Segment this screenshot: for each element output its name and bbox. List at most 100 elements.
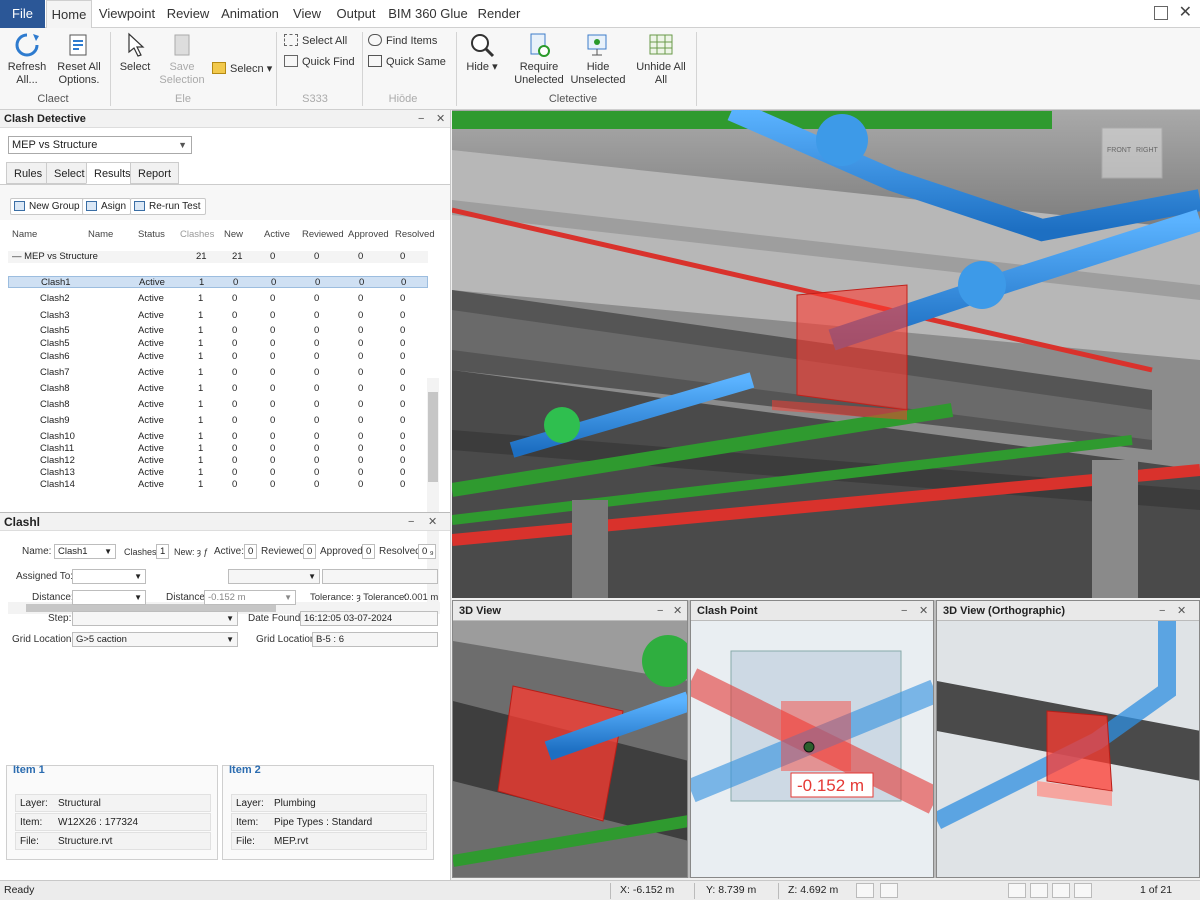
distance-value[interactable]: -0.152 m ▼ — [204, 590, 296, 605]
col-name-header[interactable]: Name — [12, 225, 37, 245]
table-row[interactable]: Clash10 Active 1 0 0 0 0 0 — [8, 431, 428, 443]
select-button[interactable]: Select — [114, 32, 156, 74]
restore-icon[interactable] — [1154, 6, 1168, 20]
status-toggle-button[interactable] — [1052, 883, 1070, 898]
clash-highlight-box[interactable] — [796, 284, 908, 411]
table-row[interactable]: Clash8 Active 1 0 0 0 0 0 — [8, 383, 428, 395]
file-menu[interactable]: File — [0, 0, 45, 28]
col-reviewed-header[interactable]: Reviewed — [302, 225, 344, 245]
close-icon[interactable]: ✕ — [1177, 601, 1186, 621]
table-row[interactable]: Clash7 Active 1 0 0 0 0 0 — [8, 367, 428, 379]
viewport-orthographic[interactable]: 3D View (Orthographic) − ✕ — [936, 600, 1200, 878]
active-cell: 0 — [270, 399, 276, 410]
selecn-button[interactable]: Selecn ▾ — [212, 62, 272, 76]
minimize-icon[interactable]: − — [408, 513, 414, 531]
hide-unselected-button[interactable]: Hide Unselected — [570, 32, 626, 87]
table-row[interactable]: Clash9 Active 1 0 0 0 0 0 — [8, 415, 428, 427]
tab-report[interactable]: Report — [130, 162, 180, 184]
col-status-header[interactable]: Status — [138, 225, 165, 245]
quick-find-icon — [284, 55, 298, 67]
table-row[interactable]: Clash6 Active 1 0 0 0 0 0 — [8, 351, 428, 363]
select-all-button[interactable]: Select All — [284, 34, 347, 48]
table-row[interactable]: Clash5 Active 1 0 0 0 0 0 — [8, 325, 428, 337]
close-icon[interactable]: ✕ — [919, 601, 928, 621]
table-row[interactable]: Clash13 Active 1 0 0 0 0 0 — [8, 467, 428, 479]
approved-cell: 0 — [359, 277, 365, 288]
pin-icon[interactable]: − — [418, 110, 424, 128]
table-row[interactable]: Clash8 Active 1 0 0 0 0 0 — [8, 399, 428, 411]
table-row[interactable]: Clash5 Active 1 0 0 0 0 0 — [8, 338, 428, 350]
col-clashes-header[interactable]: Clashes — [180, 225, 214, 245]
new-cell: 0 — [232, 467, 238, 478]
close-icon[interactable]: ✕ — [1179, 2, 1192, 22]
save-selection-button[interactable]: Save Selection — [158, 32, 206, 87]
reset-all-button[interactable]: Reset All Options. — [54, 32, 104, 87]
table-row[interactable]: Clash3 Active 1 0 0 0 0 0 — [8, 310, 428, 322]
unhide-all-button[interactable]: Unhide All All — [632, 32, 690, 87]
status-toggle-button[interactable] — [1008, 883, 1026, 898]
name-cell: Clash14 — [40, 479, 75, 490]
minimize-icon[interactable]: − — [1159, 601, 1165, 621]
clashes-cell: 1 — [198, 415, 204, 426]
close-icon[interactable]: ✕ — [428, 513, 437, 531]
viewport-clash-point[interactable]: Clash Point − ✕ -0.152 m — [690, 600, 934, 878]
col-active-header[interactable]: Active — [264, 225, 290, 245]
tab-render[interactable]: Render — [472, 0, 526, 28]
name-field[interactable]: Clash1 ▼ — [54, 544, 116, 559]
tab-rules[interactable]: Rules — [6, 162, 51, 184]
col-resolved-header[interactable]: Resolved — [395, 225, 435, 245]
ribbon: Refresh All... Reset All Options. Select… — [0, 28, 1200, 110]
close-icon[interactable]: ✕ — [436, 110, 445, 128]
viewport-3d[interactable]: 3D View − ✕ — [452, 600, 688, 878]
tab-animation[interactable]: Animation — [216, 0, 284, 28]
close-icon[interactable]: ✕ — [673, 601, 682, 621]
status-toggle-button[interactable] — [1074, 883, 1092, 898]
status-toggle-button[interactable] — [880, 883, 898, 898]
active-cell: 0 — [270, 293, 276, 304]
tab-home[interactable]: Home — [46, 0, 92, 28]
assigned-dropdown[interactable]: ▼ — [72, 569, 146, 584]
approved-cell: 0 — [358, 293, 364, 304]
group-row[interactable]: — MEP vs Structure 21 21 0 0 0 0 — [8, 251, 428, 263]
test-dropdown[interactable]: MEP vs Structure ▼ — [8, 136, 192, 154]
col-name2-header[interactable]: Name — [88, 225, 113, 245]
distance-dropdown[interactable]: ▼ — [72, 590, 146, 605]
model-render[interactable]: FRONT RIGHT — [452, 110, 1200, 598]
minimize-icon[interactable]: − — [657, 601, 663, 621]
name-cell: Clash2 — [40, 293, 70, 304]
refresh-all-button[interactable]: Refresh All... — [4, 32, 50, 87]
grid-location-value[interactable]: G>5 caction ▼ — [72, 632, 238, 647]
table-row[interactable]: Clash1 Active 1 0 0 0 0 0 — [8, 276, 428, 288]
tab-viewpoint[interactable]: Viewpoint — [94, 0, 160, 28]
tab-review[interactable]: Review — [162, 0, 214, 28]
table-row[interactable]: Clash11 Active 1 0 0 0 0 0 — [8, 443, 428, 455]
new-cell: 0 — [232, 310, 238, 321]
application-window: { "menu": { "file": "File", "tabs": ["Ho… — [0, 0, 1200, 900]
assigned-secondary-dropdown[interactable]: ▼ — [228, 569, 320, 584]
find-items-button[interactable]: Find Items — [368, 34, 437, 48]
status-toggle-button[interactable] — [856, 883, 874, 898]
step-dropdown[interactable]: ▼ — [72, 611, 238, 626]
quick-find-button[interactable]: Quick Find — [284, 55, 355, 69]
main-3d-viewport[interactable]: FRONT RIGHT — [452, 110, 1200, 598]
col-new-header[interactable]: New — [224, 225, 243, 245]
assign-button[interactable]: Asign — [82, 198, 132, 215]
clashes-cell: 1 — [198, 431, 204, 442]
tab-bim360-glue[interactable]: BIM 360 Glue — [386, 0, 470, 28]
hide-button[interactable]: Hide ▾ — [462, 32, 502, 74]
status-toggle-button[interactable] — [1030, 883, 1048, 898]
col-approved-header[interactable]: Approved — [348, 225, 389, 245]
table-row[interactable]: Clash12 Active 1 0 0 0 0 0 — [8, 455, 428, 467]
tab-view[interactable]: View — [286, 0, 328, 28]
rerun-test-button[interactable]: Re-run Test — [130, 198, 206, 215]
table-row[interactable]: Clash2 Active 1 0 0 0 0 0 — [8, 293, 428, 305]
scroll-thumb[interactable] — [428, 392, 438, 482]
status-separator — [694, 883, 695, 899]
grid-location-label: Grid Location: — [12, 634, 75, 645]
new-group-button[interactable]: New Group — [10, 198, 85, 215]
table-row[interactable]: Clash14 Active 1 0 0 0 0 0 — [8, 479, 428, 491]
minimize-icon[interactable]: − — [901, 601, 907, 621]
require-unselected-button[interactable]: Require Unelected — [512, 32, 566, 87]
quick-same-button[interactable]: Quick Same — [368, 55, 446, 69]
tab-output[interactable]: Output — [330, 0, 382, 28]
